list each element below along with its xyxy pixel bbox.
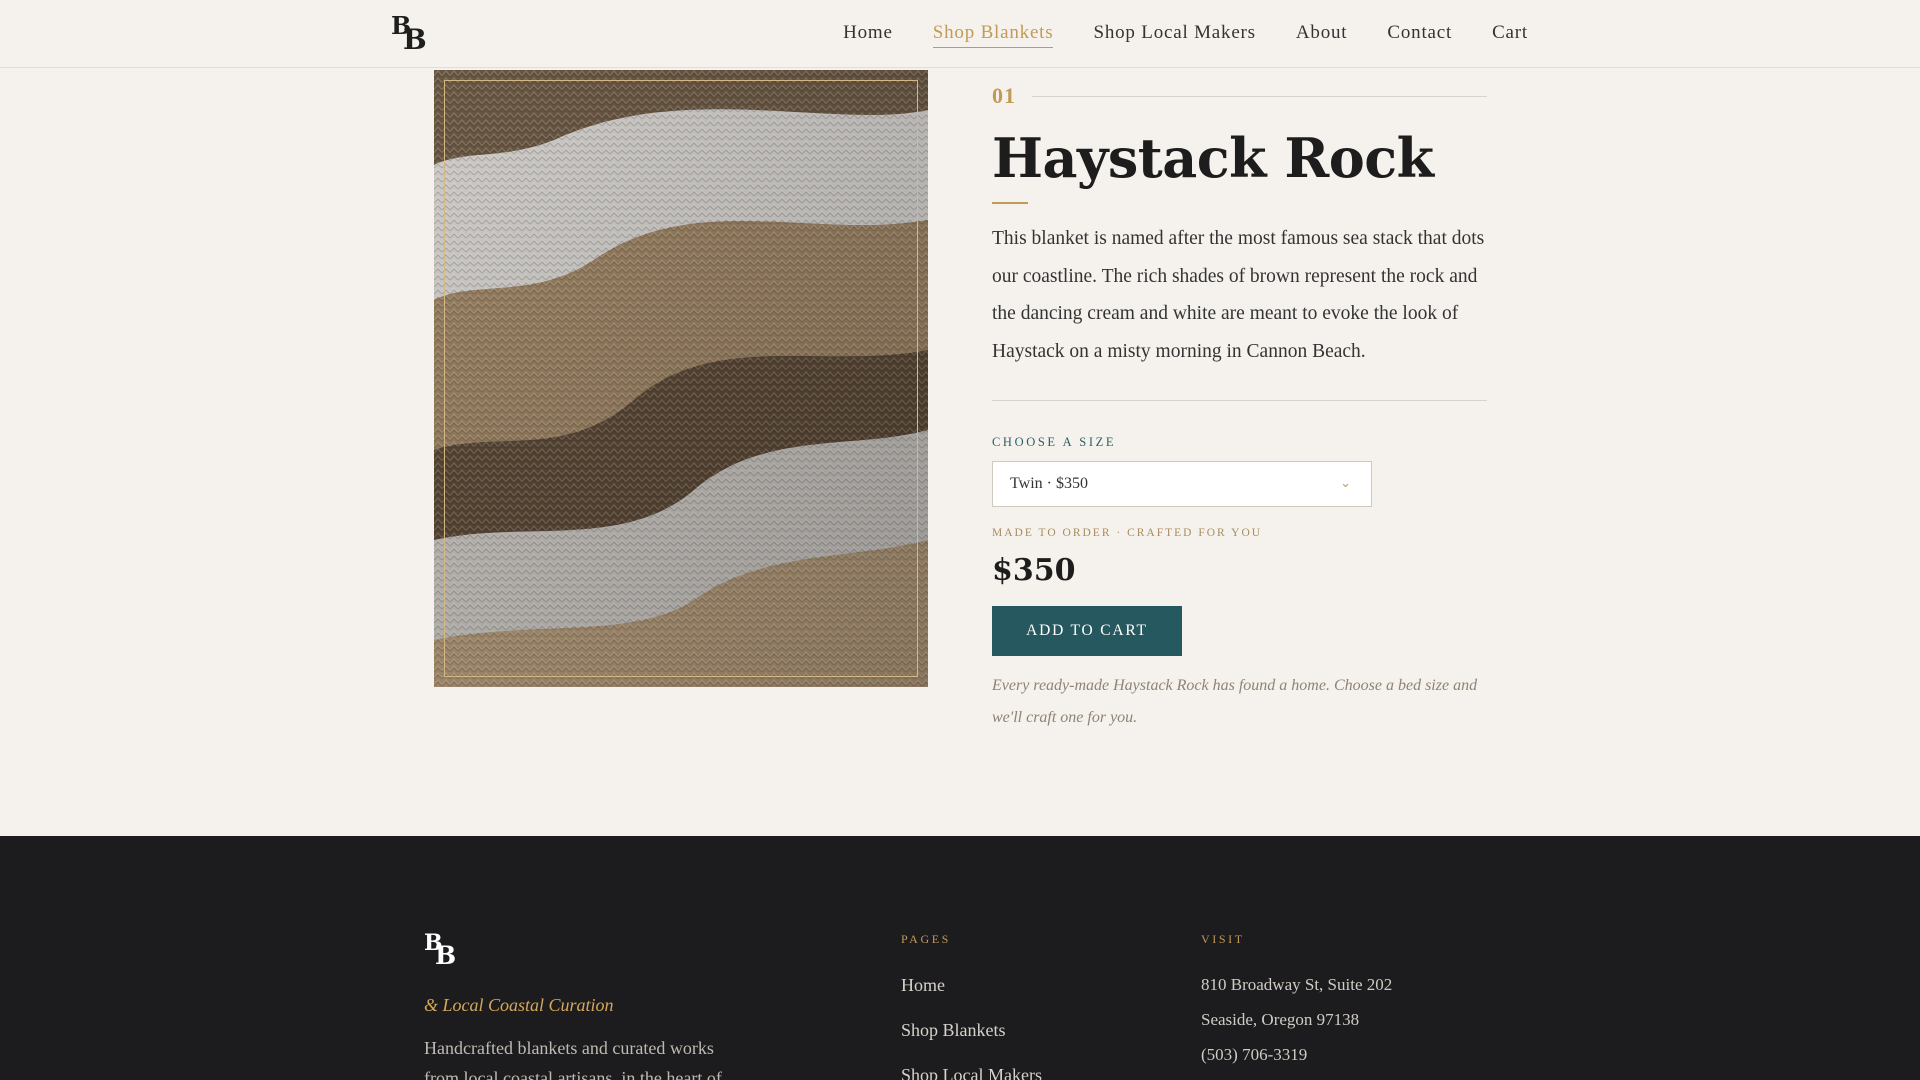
index-divider — [1032, 95, 1487, 97]
footer-logo[interactable]: B B — [424, 932, 464, 972]
footer-phone[interactable]: (503) 706-3319 — [1201, 1044, 1392, 1066]
nav-contact[interactable]: Contact — [1387, 22, 1452, 48]
size-select-value: Twin · $350 — [1010, 475, 1088, 492]
footer-logo-letter-bottom: B — [435, 941, 457, 970]
nav-shop-blankets[interactable]: Shop Blankets — [932, 22, 1054, 48]
footer-address-line2: Seaside, Oregon 97138 — [1201, 1010, 1360, 1029]
footer-link-home[interactable]: Home — [901, 974, 1042, 996]
product-title: Haystack Rock — [992, 126, 1434, 190]
site-logo[interactable]: B B — [391, 14, 431, 54]
product-image — [434, 70, 928, 687]
product-details: 01 Haystack Rock This blanket is named a… — [992, 83, 1487, 734]
size-label: CHOOSE A SIZE — [992, 435, 1117, 449]
title-underline — [992, 202, 1028, 204]
product-index-row: 01 — [992, 83, 1487, 108]
site-footer: B B & Local Coastal Curation Handcrafted… — [0, 836, 1920, 1080]
section-divider — [992, 400, 1487, 401]
product-description: This blanket is named after the most fam… — [992, 228, 1485, 362]
footer-visit-column: VISIT 810 Broadway St, Suite 202 Seaside… — [1201, 932, 1392, 1079]
footer-description: Handcrafted blankets and curated works f… — [424, 1038, 722, 1080]
footer-tagline: & Local Coastal Curation — [424, 995, 614, 1015]
footer-link-shop-local-makers[interactable]: Shop Local Makers — [901, 1064, 1042, 1080]
footer-pages-heading: PAGES — [901, 932, 951, 946]
chevron-down-icon: ⌄ — [1340, 475, 1351, 490]
main-nav: Home Shop Blankets Shop Local Makers Abo… — [843, 22, 1528, 48]
nav-cart[interactable]: Cart — [1492, 22, 1528, 48]
nav-about[interactable]: About — [1296, 22, 1348, 48]
product-index: 01 — [992, 83, 1016, 108]
footer-link-shop-blankets[interactable]: Shop Blankets — [901, 1019, 1042, 1041]
site-header: B B Home Shop Blankets Shop Local Makers… — [0, 0, 1920, 68]
knit-blanket-photo — [434, 70, 928, 687]
footer-visit-heading: VISIT — [1201, 932, 1245, 946]
nav-shop-local-makers[interactable]: Shop Local Makers — [1093, 22, 1255, 48]
nav-home[interactable]: Home — [843, 22, 893, 48]
made-to-order-label: MADE TO ORDER · CRAFTED FOR YOU — [992, 527, 1263, 539]
size-select[interactable]: Twin · $350 ⌄ — [992, 461, 1372, 507]
product-price: $350 — [992, 553, 1076, 588]
availability-note: Every ready-made Haystack Rock has found… — [992, 677, 1478, 726]
footer-pages-column: PAGES Home Shop Blankets Shop Local Make… — [901, 932, 1042, 1080]
logo-letter-bottom: B — [403, 23, 427, 56]
add-to-cart-button[interactable]: ADD TO CART — [992, 606, 1182, 656]
footer-address-line1: 810 Broadway St, Suite 202 — [1201, 975, 1393, 994]
